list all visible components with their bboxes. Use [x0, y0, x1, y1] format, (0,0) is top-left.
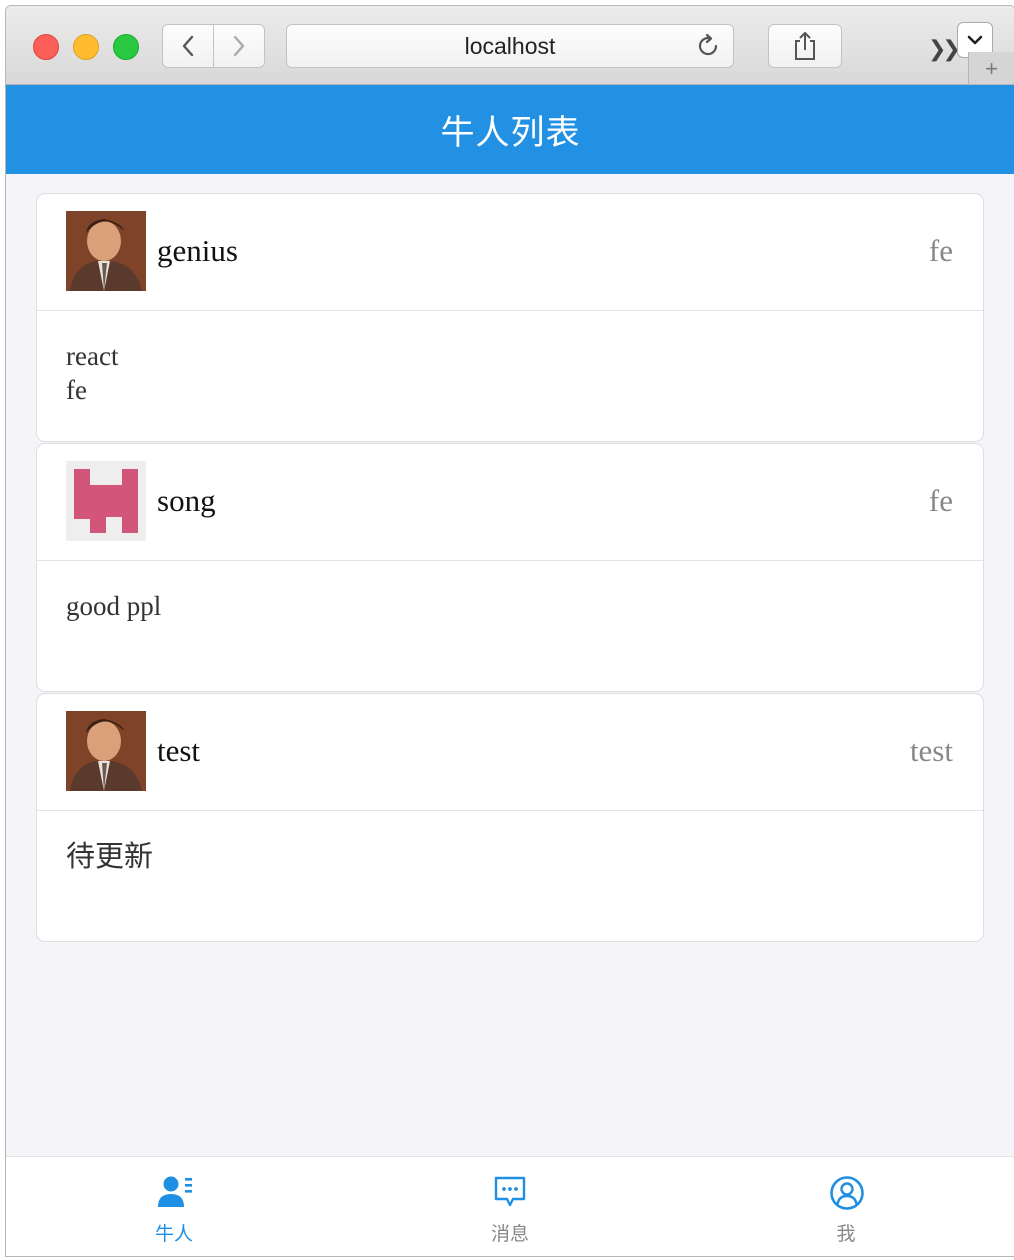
forward-button[interactable] — [213, 24, 265, 68]
dropdown-chevron-icon — [967, 35, 983, 45]
card-line: 待更新 — [66, 839, 154, 873]
card-line: react — [66, 341, 119, 371]
boss-card[interactable]: test test 待更新 — [36, 693, 984, 942]
boss-card[interactable]: genius fe react fe — [36, 193, 984, 442]
boss-card[interactable]: song fe good ppl — [36, 443, 984, 692]
card-body: 待更新 — [66, 839, 153, 873]
tab-message[interactable]: 消息 — [342, 1157, 678, 1256]
close-window-button[interactable] — [33, 34, 59, 60]
identicon-avatar — [66, 461, 146, 541]
card-body: react fe — [66, 339, 118, 407]
address-bar[interactable]: localhost — [286, 24, 734, 68]
app-navbar: 牛人列表 — [6, 85, 1014, 174]
overflow-chevrons-icon[interactable]: ❯❯ — [928, 36, 961, 62]
browser-window: localhost ❯❯ + 牛人列表 genius fe react fe s… — [5, 5, 1014, 1257]
photo-avatar — [66, 711, 146, 791]
browser-toolbar: localhost ❯❯ + — [6, 6, 1014, 85]
back-button[interactable] — [162, 24, 214, 68]
card-line: good ppl — [66, 591, 162, 621]
tab-label: 牛人 — [154, 1223, 193, 1245]
boss-list-icon — [158, 1176, 192, 1207]
zoom-window-button[interactable] — [113, 34, 139, 60]
reload-icon[interactable] — [695, 33, 721, 59]
card-name: genius — [157, 233, 238, 268]
forward-icon — [233, 35, 245, 57]
new-tab-plus-icon[interactable]: + — [968, 52, 1014, 84]
card-extra: test — [909, 733, 953, 768]
share-icon — [795, 32, 815, 60]
card-extra: fe — [928, 233, 953, 268]
back-icon — [182, 35, 194, 57]
tab-bar: 牛人 消息 我 — [6, 1156, 1014, 1256]
user-icon — [830, 1176, 864, 1210]
tab-label: 消息 — [490, 1223, 529, 1245]
tab-boss[interactable]: 牛人 — [6, 1157, 342, 1256]
card-body: good ppl — [66, 589, 161, 623]
photo-avatar — [66, 211, 146, 291]
card-header: test test — [37, 694, 983, 811]
card-header: song fe — [37, 444, 983, 561]
tab-label: 我 — [836, 1223, 856, 1245]
card-name: song — [157, 483, 216, 518]
share-button[interactable] — [768, 24, 842, 68]
card-extra: fe — [928, 483, 953, 518]
tab-me[interactable]: 我 — [678, 1157, 1014, 1256]
card-line: fe — [66, 375, 87, 405]
message-icon — [494, 1176, 526, 1207]
card-name: test — [157, 733, 201, 768]
address-text: localhost — [464, 32, 556, 59]
minimize-window-button[interactable] — [73, 34, 99, 60]
page-title: 牛人列表 — [440, 113, 581, 153]
card-header: genius fe — [37, 194, 983, 311]
